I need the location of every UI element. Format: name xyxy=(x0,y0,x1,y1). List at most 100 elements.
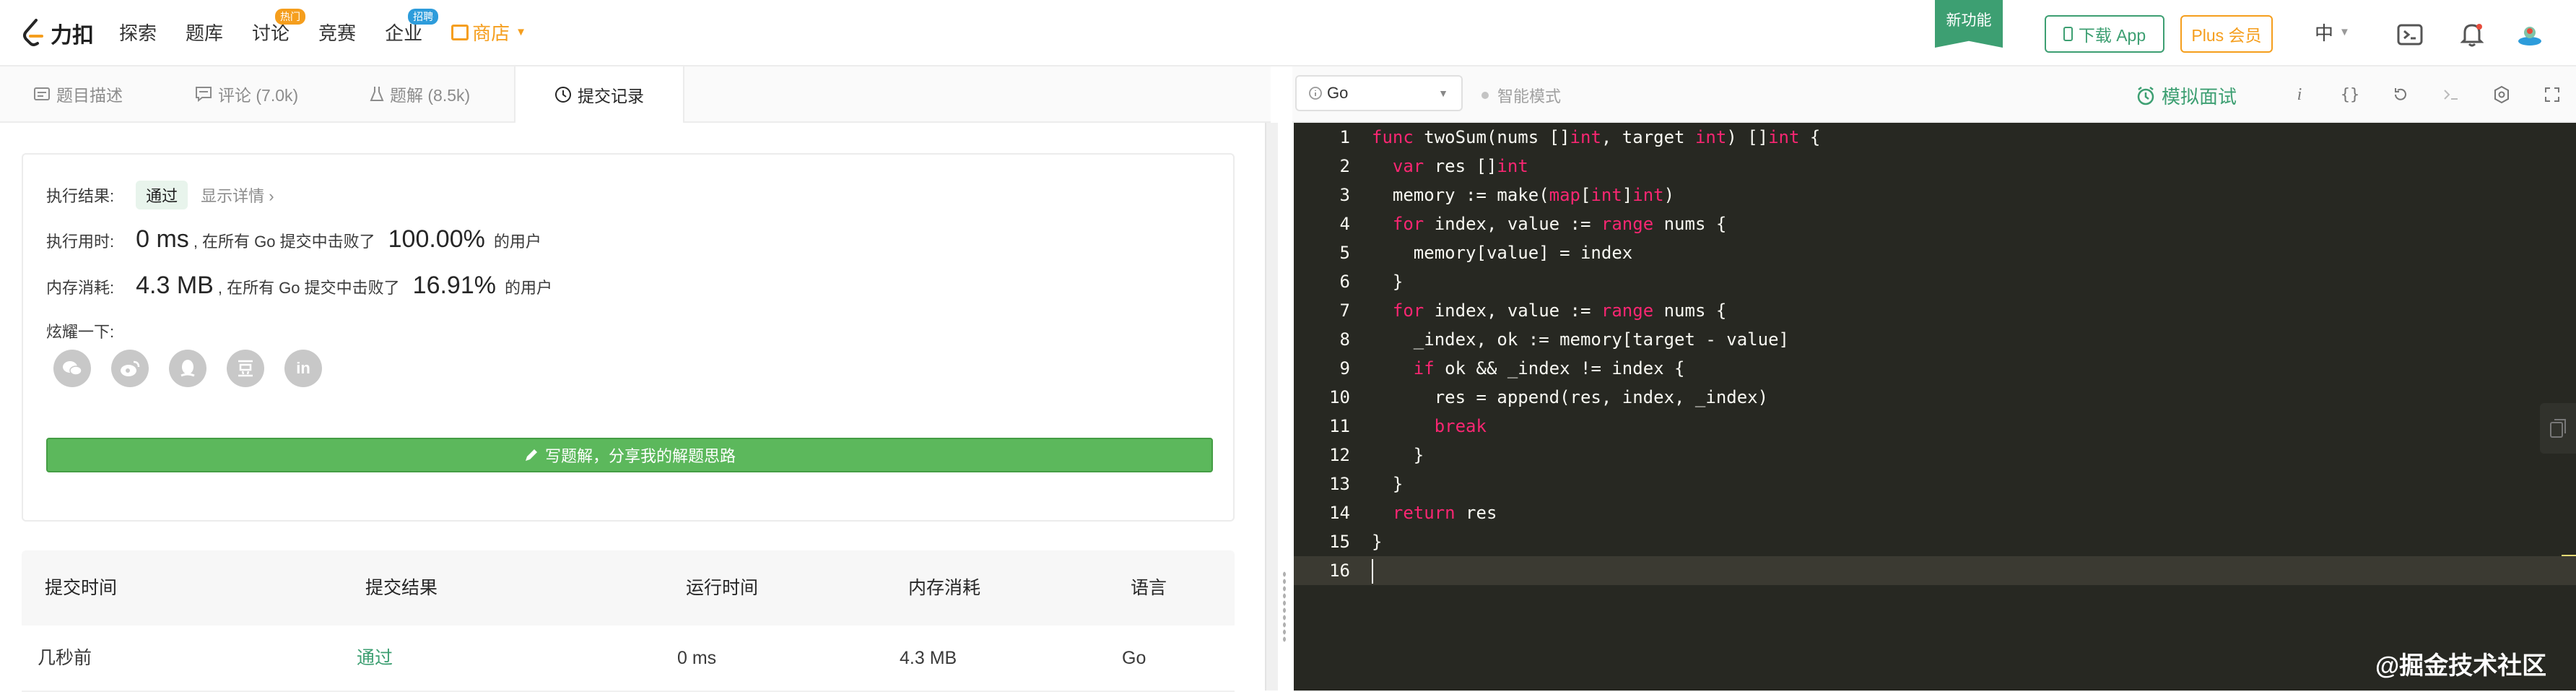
nav-item-enterprise[interactable]: 企业 招聘 xyxy=(385,9,439,46)
line-number: 8 xyxy=(1339,329,1350,350)
bell-icon[interactable] xyxy=(2458,20,2486,49)
line-number: 3 xyxy=(1339,185,1350,205)
code-editor[interactable]: 1 func twoSum(nums []int, target int) []… xyxy=(1294,123,2576,691)
weibo-icon[interactable] xyxy=(111,350,149,387)
qq-icon[interactable] xyxy=(169,350,206,387)
tab-submissions[interactable]: 提交记录 xyxy=(514,66,684,123)
tab-description[interactable]: 题目描述 xyxy=(33,66,123,121)
tab-solutions[interactable]: 题解 (8.5k) xyxy=(370,66,470,121)
comment-icon xyxy=(196,87,212,102)
table-row[interactable]: 几秒前 通过 0 ms 4.3 MB Go xyxy=(22,626,1235,692)
result-label: 执行结果: xyxy=(46,187,115,205)
top-navbar: 力扣 探索 题库 讨论 热门 竞赛 企业 招聘 商店 ▼ 新功能 下载 App … xyxy=(0,0,2576,66)
code-text: res = append(res, index, _index) xyxy=(1372,387,1769,407)
download-app-button[interactable]: 下载 App xyxy=(2045,15,2164,53)
mock-interview-button[interactable]: 模拟面试 xyxy=(2136,82,2237,109)
douban-icon[interactable] xyxy=(227,350,264,387)
line-number: 11 xyxy=(1329,416,1350,436)
code-text: } xyxy=(1372,272,1404,292)
nav-item-explore[interactable]: 探索 xyxy=(119,19,157,46)
line-number: 15 xyxy=(1329,532,1350,552)
code-line: 15 } xyxy=(1294,527,2576,556)
code-text: } xyxy=(1372,532,1383,552)
write-solution-label: 写题解，分享我的解题思路 xyxy=(544,447,736,465)
memory-value: 4.3 MB xyxy=(136,272,214,299)
description-icon xyxy=(34,87,50,100)
runtime-suffix: 的用户 xyxy=(493,233,541,251)
line-number: 1 xyxy=(1339,127,1350,147)
drag-handle[interactable] xyxy=(1282,571,1287,643)
chevron-down-icon: ▼ xyxy=(1438,87,1448,99)
line-number: 2 xyxy=(1339,156,1350,176)
braces-icon[interactable]: {} xyxy=(2338,82,2362,107)
submissions-table-header: 提交时间 提交结果 运行时间 内存消耗 语言 xyxy=(22,550,1235,626)
code-line: 1 func twoSum(nums []int, target int) []… xyxy=(1294,123,2576,152)
submission-result-card: 执行结果: 通过 显示详情 › 执行用时: 0 ms , 在所有 Go 提交中击… xyxy=(22,153,1235,522)
info-circle-icon xyxy=(1309,87,1322,100)
code-line: 11 break xyxy=(1294,412,2576,441)
reset-icon[interactable] xyxy=(2388,82,2413,107)
new-feature-flag[interactable]: 新功能 xyxy=(1935,0,2003,48)
nav-item-contest[interactable]: 竞赛 xyxy=(318,19,356,46)
line-number: 12 xyxy=(1329,445,1350,465)
share-label-row: 炫耀一下: xyxy=(46,319,114,342)
submission-result[interactable]: 通过 xyxy=(357,626,393,691)
plus-member-button[interactable]: Plus 会员 xyxy=(2180,15,2273,53)
runtime-label: 执行用时: xyxy=(46,233,115,251)
code-line: 4 for index, value := range nums { xyxy=(1294,209,2576,238)
hiring-badge: 招聘 xyxy=(408,9,439,25)
nav-item-discuss[interactable]: 讨论 热门 xyxy=(252,9,306,46)
line-number: 16 xyxy=(1329,561,1350,581)
code-line: 2 var res []int xyxy=(1294,152,2576,181)
store-icon xyxy=(451,24,469,40)
code-text: break xyxy=(1434,416,1487,436)
nav-item-store[interactable]: 商店 ▼ xyxy=(451,19,526,46)
fullscreen-icon[interactable] xyxy=(2540,82,2564,107)
scroll-marker xyxy=(2562,555,2576,556)
info-icon[interactable]: i xyxy=(2287,82,2312,107)
line-number: 6 xyxy=(1339,272,1350,292)
code-text xyxy=(1372,556,1373,585)
language-switch[interactable]: 中 ▼ xyxy=(2315,19,2350,46)
result-status-row: 执行结果: 通过 显示详情 › xyxy=(46,181,274,209)
submission-language: Go xyxy=(1122,648,1146,668)
line-number: 7 xyxy=(1339,300,1350,321)
leetcode-logo[interactable]: 力扣 xyxy=(20,17,94,49)
memory-text: , 在所有 Go 提交中击败了 xyxy=(217,279,400,297)
memory-suffix: 的用户 xyxy=(504,279,552,297)
column-header-memory: 内存消耗 xyxy=(908,578,981,598)
submission-runtime: 0 ms xyxy=(677,648,717,668)
nav-item-problems[interactable]: 题库 xyxy=(186,19,223,46)
code-text: return res xyxy=(1392,503,1497,523)
line-number: 14 xyxy=(1329,503,1350,523)
code-text: memory[value] = index xyxy=(1372,243,1633,263)
write-solution-button[interactable]: 写题解，分享我的解题思路 xyxy=(46,438,1213,472)
console-icon[interactable] xyxy=(2439,82,2463,107)
tab-submissions-label: 提交记录 xyxy=(578,87,644,105)
copy-icon[interactable] xyxy=(2540,403,2576,454)
avatar[interactable] xyxy=(2515,20,2544,49)
tab-comments[interactable]: 评论 (7.0k) xyxy=(195,66,298,121)
playground-icon[interactable] xyxy=(2396,20,2424,49)
smart-mode-toggle[interactable]: 智能模式 xyxy=(1481,84,1561,107)
code-text: } xyxy=(1372,445,1424,465)
code-text: _index, ok := memory[target - value] xyxy=(1372,329,1789,350)
code-line: 13 } xyxy=(1294,470,2576,498)
code-text: } xyxy=(1372,474,1404,494)
language-select[interactable]: Go ▼ xyxy=(1295,75,1463,111)
leetcode-logo-icon xyxy=(23,19,43,46)
language-label: 中 xyxy=(2315,22,2334,44)
code-line: 14 return res xyxy=(1294,498,2576,527)
panel-splitter[interactable] xyxy=(1265,123,1278,691)
settings-icon[interactable] xyxy=(2489,82,2514,107)
linkedin-icon[interactable]: in xyxy=(284,350,322,387)
submission-time: 几秒前 xyxy=(38,648,92,668)
nav-item-discuss-label: 讨论 xyxy=(252,22,290,44)
show-detail-link[interactable]: 显示详情 › xyxy=(201,183,274,207)
wechat-icon[interactable] xyxy=(53,350,91,387)
code-line: 5 memory[value] = index xyxy=(1294,238,2576,267)
code-text: for index, value := range nums { xyxy=(1392,214,1727,234)
line-number: 5 xyxy=(1339,243,1350,263)
problem-tabs: 题目描述 评论 (7.0k) 题解 (8.5k) 提交记录 xyxy=(0,66,1271,123)
smart-mode-label: 智能模式 xyxy=(1497,87,1562,105)
